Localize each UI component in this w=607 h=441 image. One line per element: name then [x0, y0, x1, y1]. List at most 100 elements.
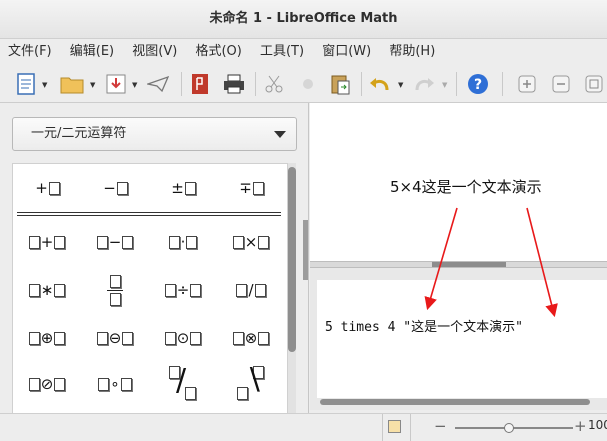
- palette-scrollbar[interactable]: [288, 163, 296, 413]
- sidebar-splitter-handle[interactable]: [303, 220, 308, 280]
- redo-dropdown-icon[interactable]: ▼: [442, 81, 447, 89]
- menu-window[interactable]: 窗口(W): [314, 39, 377, 65]
- placeholder-box: [258, 331, 270, 345]
- palette-element[interactable]: [83, 270, 147, 310]
- palette-element[interactable]: /: [151, 363, 215, 404]
- menu-format[interactable]: 格式(O): [187, 39, 247, 65]
- palette-element[interactable]: ∖: [219, 363, 283, 404]
- operator-symbol: /: [248, 281, 254, 299]
- redo-icon[interactable]: [412, 72, 436, 96]
- placeholder-box: [48, 181, 60, 195]
- new-document-icon[interactable]: [14, 72, 38, 96]
- palette-element[interactable]: ⊖: [83, 318, 147, 358]
- chevron-down-icon: [274, 131, 286, 138]
- operator-symbol: +: [35, 179, 48, 197]
- svg-text:?: ?: [474, 77, 482, 93]
- palette-element[interactable]: ·: [151, 222, 215, 262]
- placeholder-box: [185, 387, 196, 400]
- element-palette: + − ± ∓ + − · × ∗ ÷ / ⊕ ⊖ ⊙ ⊗ ⊘ ∘ / ∖: [12, 163, 288, 415]
- palette-divider: [17, 212, 281, 213]
- editor-hscrollbar[interactable]: [320, 399, 590, 405]
- placeholder-box: [190, 331, 202, 345]
- placeholder-box: [122, 331, 134, 345]
- formula-preview[interactable]: 5×4这是一个文本演示: [310, 103, 607, 261]
- operator-symbol: ⊙: [176, 329, 190, 347]
- palette-element[interactable]: ⊙: [151, 318, 215, 358]
- save-dropdown-icon[interactable]: ▼: [132, 81, 137, 89]
- placeholder-box: [28, 331, 40, 345]
- operator-symbol: ⊗: [244, 329, 258, 347]
- placeholder-box: [232, 235, 244, 249]
- document-modified-icon[interactable]: [388, 420, 401, 433]
- placeholder-box: [109, 274, 121, 288]
- palette-element[interactable]: ⊗: [219, 318, 283, 358]
- command-text[interactable]: 5 times 4 "这是一个文本演示": [325, 316, 523, 335]
- palette-element[interactable]: ⊕: [15, 318, 79, 358]
- palette-element[interactable]: ÷: [151, 270, 215, 310]
- placeholder-box: [122, 235, 134, 249]
- placeholder-box: [28, 235, 40, 249]
- zoom-out-minus-icon[interactable]: −: [434, 417, 447, 435]
- placeholder-box: [184, 181, 196, 195]
- cut-icon[interactable]: [262, 72, 286, 96]
- placeholder-box: [54, 283, 66, 297]
- zoom-out-icon[interactable]: [549, 72, 573, 96]
- formula-rendered: 5×4这是一个文本演示: [390, 178, 542, 196]
- editor-divider-grip[interactable]: [432, 262, 506, 267]
- paste-icon[interactable]: [328, 72, 352, 96]
- placeholder-box: [186, 235, 198, 249]
- placeholder-box: [258, 235, 270, 249]
- open-folder-icon[interactable]: [60, 72, 84, 96]
- operator-symbol: ∓: [239, 179, 252, 197]
- palette-element[interactable]: −: [83, 222, 147, 262]
- send-icon[interactable]: [146, 72, 170, 96]
- palette-element[interactable]: ±: [151, 168, 215, 208]
- palette-element[interactable]: ⊘: [15, 364, 79, 404]
- menu-tools[interactable]: 工具(T): [252, 39, 310, 65]
- menu-file[interactable]: 文件(F): [0, 39, 58, 65]
- placeholder-box: [28, 283, 40, 297]
- placeholder-box: [237, 387, 248, 400]
- menu-view[interactable]: 视图(V): [124, 39, 183, 65]
- print-icon[interactable]: [222, 72, 246, 96]
- menu-help[interactable]: 帮助(H): [381, 39, 441, 65]
- zoom-level[interactable]: 100: [588, 418, 607, 432]
- elements-sidebar: 一元/二元运算符 + − ± ∓ + − · × ∗ ÷ / ⊕ ⊖ ⊙ ⊗ ⊘ ∘ / ∖: [0, 103, 309, 415]
- help-icon[interactable]: ?: [466, 72, 490, 96]
- operator-symbol: ⊖: [108, 329, 122, 347]
- palette-element[interactable]: ∘: [83, 364, 147, 404]
- copy-icon[interactable]: [296, 72, 320, 96]
- palette-element[interactable]: ×: [219, 222, 283, 262]
- operator-symbol: ×: [244, 233, 258, 251]
- palette-element[interactable]: −: [83, 168, 147, 208]
- placeholder-box: [164, 331, 176, 345]
- palette-scroll-thumb[interactable]: [288, 167, 296, 352]
- zoom-slider[interactable]: [455, 427, 573, 429]
- zoom-slider-knob[interactable]: [504, 423, 514, 433]
- placeholder-box: [190, 283, 202, 297]
- zoom-100-icon[interactable]: [582, 72, 606, 96]
- open-dropdown-icon[interactable]: ▼: [90, 81, 95, 89]
- export-pdf-icon[interactable]: [188, 72, 212, 96]
- new-dropdown-icon[interactable]: ▼: [42, 81, 47, 89]
- palette-element[interactable]: ∗: [15, 270, 79, 310]
- placeholder-box: [168, 235, 180, 249]
- placeholder-box: [164, 283, 176, 297]
- undo-dropdown-icon[interactable]: ▼: [398, 81, 403, 89]
- palette-element[interactable]: ∓: [219, 168, 283, 208]
- operator-symbol: −: [108, 233, 122, 251]
- operator-symbol: ±: [171, 179, 184, 197]
- palette-element[interactable]: +: [15, 222, 79, 262]
- placeholder-box: [254, 283, 266, 297]
- undo-icon[interactable]: [368, 72, 392, 96]
- element-category-select[interactable]: 一元/二元运算符: [12, 117, 297, 151]
- palette-element[interactable]: +: [15, 168, 79, 208]
- palette-element[interactable]: /: [219, 270, 283, 310]
- menu-edit[interactable]: 编辑(E): [62, 39, 120, 65]
- save-icon[interactable]: [104, 72, 128, 96]
- zoom-in-icon[interactable]: [515, 72, 539, 96]
- placeholder-box: [28, 377, 40, 391]
- zoom-in-plus-icon[interactable]: +: [574, 417, 587, 435]
- operator-symbol: ∗: [40, 281, 54, 299]
- command-editor[interactable]: 5 times 4 "这是一个文本演示": [317, 280, 607, 398]
